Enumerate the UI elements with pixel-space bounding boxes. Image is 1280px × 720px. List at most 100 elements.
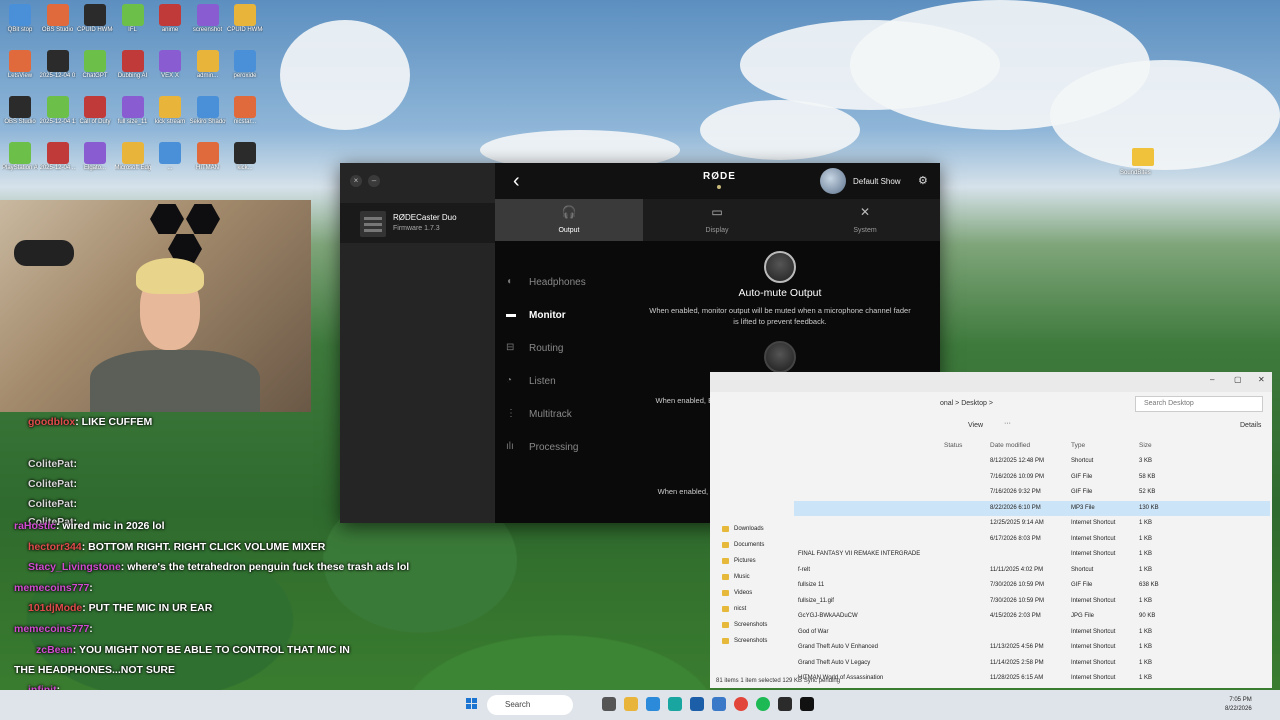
app-icon[interactable] <box>800 697 814 711</box>
desktop-shortcut-icon[interactable]: HITMAN <box>190 142 226 172</box>
app-icon[interactable] <box>668 697 682 711</box>
chat-username[interactable]: memecoins777 <box>14 623 89 635</box>
more-icon[interactable]: ··· <box>1004 420 1011 427</box>
desktop-shortcut-icon[interactable]: CPUID HWMonitor <box>77 4 113 34</box>
nav-item[interactable]: Screenshots <box>716 634 788 648</box>
auto-mute-bluetooth-toggle[interactable] <box>764 341 796 373</box>
minimize-icon[interactable]: – <box>1210 375 1214 384</box>
view-button[interactable]: View <box>968 422 983 429</box>
minimize-window-button[interactable]: – <box>368 175 380 187</box>
chat-username[interactable]: raHostic <box>14 520 56 532</box>
desktop-shortcut-icon[interactable]: kick stream <box>152 96 188 126</box>
desktop-shortcut-icon[interactable]: anime <box>152 4 188 34</box>
auto-mute-output-toggle[interactable] <box>764 251 796 283</box>
desktop-shortcut-icon[interactable]: 2025-12-04 01-13-23 <box>40 50 76 80</box>
address-bar[interactable]: onal > Desktop > <box>940 396 1130 412</box>
desktop-shortcut-icon[interactable]: IFL <box>115 4 151 34</box>
menu-item-processing[interactable]: ılı Processing <box>495 434 615 462</box>
task-view-icon[interactable] <box>602 697 616 711</box>
edge-icon[interactable] <box>646 697 660 711</box>
desktop-shortcut-icon[interactable]: Elgato... <box>77 142 113 172</box>
back-chevron-icon[interactable]: ‹ <box>513 170 520 193</box>
column-date[interactable]: Date modified <box>990 442 1030 449</box>
desktop-shortcut-icon[interactable]: kick... <box>227 142 263 172</box>
file-row[interactable]: Grand Theft Auto V Enhanced 11/13/2025 4:… <box>794 640 1270 656</box>
desktop-shortcut-icon[interactable]: nicstar... <box>227 96 263 126</box>
menu-item-listen[interactable]: ◔ Listen <box>495 368 615 396</box>
column-size[interactable]: Size <box>1139 442 1152 449</box>
column-status[interactable]: Status <box>944 442 962 449</box>
app-icon[interactable] <box>712 697 726 711</box>
file-row[interactable]: FINAL FANTASY VII REMAKE INTERGRADE Inter… <box>794 547 1270 563</box>
app-icon[interactable] <box>778 697 792 711</box>
tab-system[interactable]: ✕ System <box>791 199 939 241</box>
chrome-icon[interactable] <box>734 697 748 711</box>
menu-item-monitor[interactable]: ▬ Monitor <box>495 302 615 330</box>
file-row[interactable]: 8/12/2025 12:48 PM Shortcut 3 KB <box>794 454 1270 470</box>
file-row[interactable]: GcYGJ-BWkAADuCW 4/15/2026 2:03 PM JPG File… <box>794 609 1270 625</box>
chat-username[interactable]: ColitePat <box>28 498 74 510</box>
chat-username[interactable]: ColitePat <box>28 458 74 470</box>
show-avatar[interactable] <box>820 168 846 194</box>
menu-item-headphones[interactable]: ◖ Headphones <box>495 269 615 297</box>
chat-username[interactable]: memecoins777 <box>14 582 89 594</box>
file-row[interactable]: 6/17/2026 8:03 PM Internet Shortcut 1 KB <box>794 532 1270 548</box>
show-name[interactable]: Default Show <box>853 177 901 186</box>
details-button[interactable]: Details <box>1240 422 1261 429</box>
desktop-shortcut-icon[interactable]: full size_11 <box>115 96 151 126</box>
desktop-shortcut-icon[interactable]: QBit stop <box>2 4 38 34</box>
taskbar-clock[interactable]: 7:05 PM 8/22/2026 <box>1225 696 1252 714</box>
file-row[interactable]: 12/25/2025 9:14 AM Internet Shortcut 1 KB <box>794 516 1270 532</box>
nav-item[interactable]: nicst <box>716 602 788 616</box>
menu-item-routing[interactable]: ⊟ Routing <box>495 335 615 363</box>
nav-item[interactable]: Music <box>716 570 788 584</box>
desktop-shortcut-icon[interactable]: CPUID HWMonitor <box>227 4 263 34</box>
desktop-shortcut-icon[interactable]: peroxide <box>227 50 263 80</box>
file-row[interactable]: fullsize 11 7/30/2026 10:59 PM GIF File 638… <box>794 578 1270 594</box>
file-explorer-icon[interactable] <box>624 697 638 711</box>
close-icon[interactable]: ✕ <box>1258 375 1265 384</box>
file-row[interactable]: Grand Theft Auto V Legacy 11/14/2025 2:58… <box>794 656 1270 672</box>
nav-item[interactable]: Screenshots <box>716 618 788 632</box>
folder-icon[interactable] <box>1132 148 1154 166</box>
desktop-shortcut-icon[interactable]: VEX X <box>152 50 188 80</box>
desktop-shortcut-icon[interactable]: Dubbing AI <box>115 50 151 80</box>
nav-item[interactable]: Documents <box>716 538 788 552</box>
file-row[interactable]: fullsize_11.gif 7/30/2026 10:59 PM Interne… <box>794 594 1270 610</box>
taskbar-search[interactable]: Search <box>487 695 573 715</box>
app-icon[interactable] <box>690 697 704 711</box>
gear-icon[interactable]: ⚙ <box>918 174 928 187</box>
nav-item[interactable]: Downloads <box>716 522 788 536</box>
desktop-shortcut-icon[interactable]: Microsoft Edge <box>115 142 151 172</box>
file-row[interactable]: 7/16/2026 10:09 PM GIF File 58 KB <box>794 470 1270 486</box>
file-row[interactable]: God of War Internet Shortcut 1 KB <box>794 625 1270 641</box>
chat-username[interactable]: ColitePat <box>28 478 74 490</box>
desktop-shortcut-icon[interactable]: PlayStation Accessories <box>2 142 38 172</box>
chat-username[interactable]: zcBean <box>36 644 73 656</box>
file-row[interactable]: f-relt 11/11/2025 4:02 PM Shortcut 1 KB <box>794 563 1270 579</box>
desktop-shortcut-icon[interactable]: admin... <box>190 50 226 80</box>
desktop-shortcut-icon[interactable]: OBS Studio <box>2 96 38 126</box>
nav-item[interactable]: Pictures <box>716 554 788 568</box>
file-row[interactable]: 8/22/2026 6:10 PM MP3 File 130 KB <box>794 500 1270 516</box>
device-entry[interactable]: RØDECaster Duo Firmware 1.7.3 <box>340 203 495 243</box>
desktop-shortcut-icon[interactable]: OBS Studio <box>40 4 76 34</box>
desktop-shortcut-icon[interactable]: Sekiro Shadows D... <box>190 96 226 126</box>
chat-username[interactable]: Stacy_Livingstone <box>28 561 121 573</box>
desktop-shortcut-icon[interactable]: LetsView <box>2 50 38 80</box>
close-window-button[interactable]: × <box>350 175 362 187</box>
menu-item-multitrack[interactable]: ⋮ Multitrack <box>495 401 615 429</box>
windows-start-icon[interactable] <box>466 698 478 710</box>
file-row[interactable]: HITMAN World of Assassination 11/28/2025 … <box>794 671 1270 687</box>
desktop-shortcut-icon[interactable]: ChatGPT <box>77 50 113 80</box>
chat-username[interactable]: hectorr344 <box>28 541 82 553</box>
desktop-shortcut-icon[interactable]: ... <box>152 142 188 172</box>
spotify-icon[interactable] <box>756 697 770 711</box>
nav-item[interactable]: Videos <box>716 586 788 600</box>
chat-username[interactable]: 101djMode <box>28 602 82 614</box>
tab-output[interactable]: 🎧 Output <box>495 199 643 241</box>
tab-display[interactable]: ▭ Display <box>643 199 791 241</box>
desktop-shortcut-icon[interactable]: 2025-12-04 ... <box>40 142 76 172</box>
search-input[interactable]: Search Desktop <box>1135 396 1263 412</box>
desktop-shortcut-icon[interactable]: Call of Duty <box>77 96 113 126</box>
